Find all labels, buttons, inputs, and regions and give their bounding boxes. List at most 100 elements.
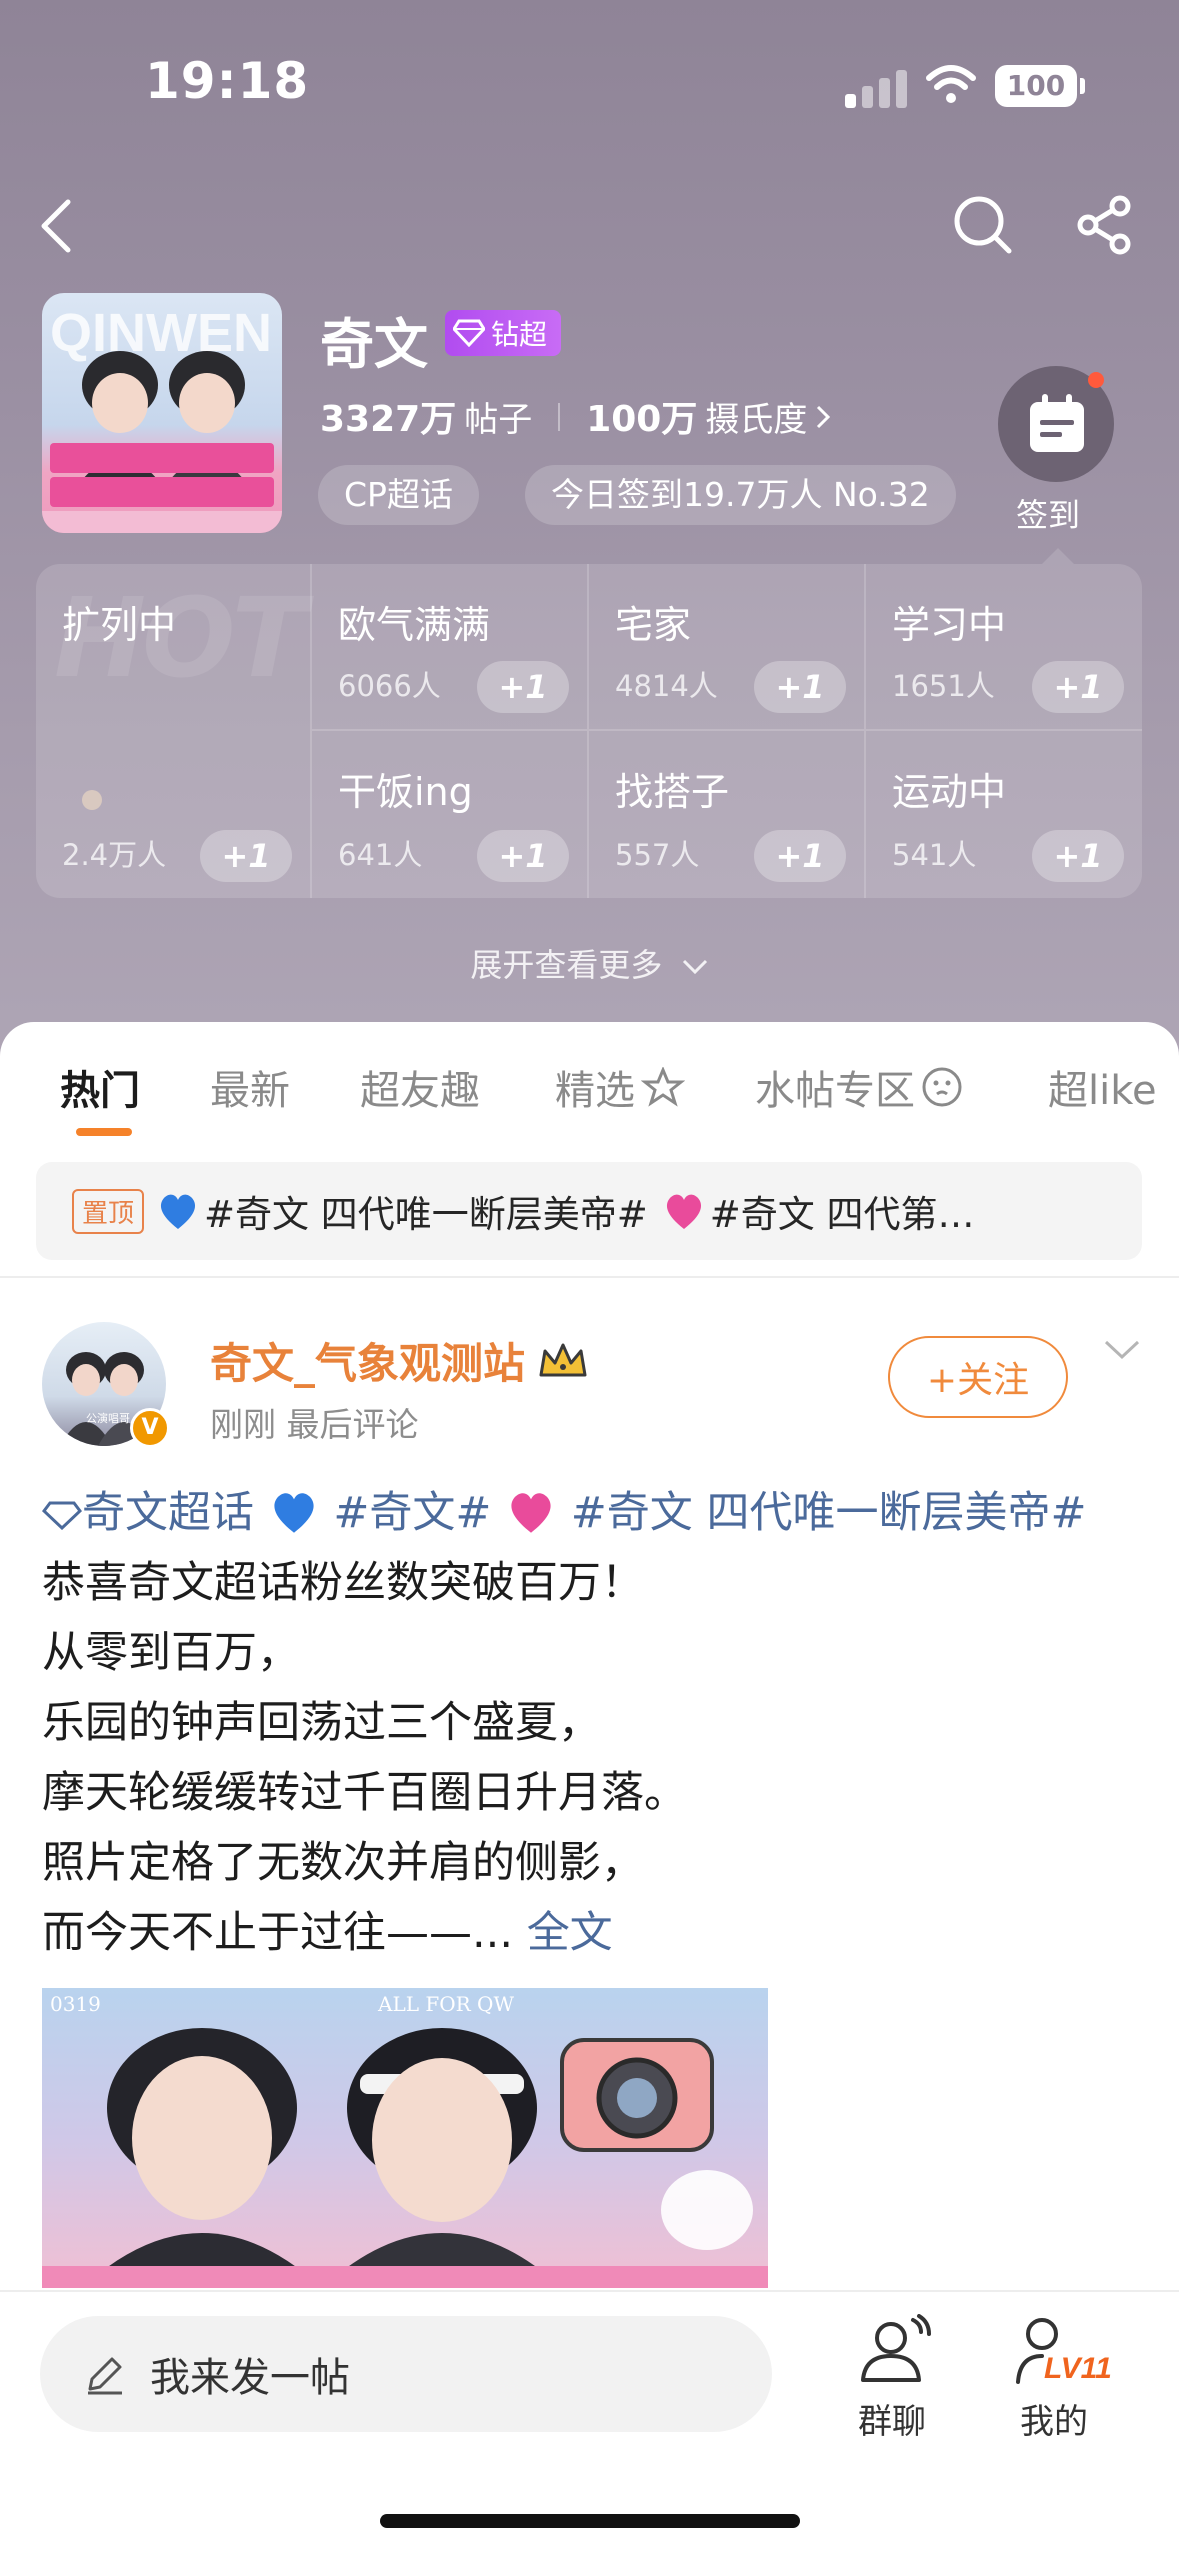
compose-placeholder: 我来发一帖 <box>150 2355 350 2401</box>
tab-label: 超like <box>1048 1068 1157 1114</box>
mine-label[interactable]: 我的 <box>1020 2394 1088 2443</box>
back-icon[interactable] <box>30 196 80 256</box>
avatar-caption: 公演唱哥 <box>86 1411 130 1425</box>
plus-one-button[interactable]: +1 <box>1032 661 1124 713</box>
cp-topic-tag[interactable]: CP超话 <box>318 465 479 525</box>
grid-cell-name: 欧气满满 <box>338 603 491 647</box>
level-badge: LV11 <box>1044 2352 1112 2385</box>
share-icon[interactable] <box>1072 192 1138 258</box>
battery-indicator: 100 <box>995 65 1085 107</box>
status-time: 19:18 <box>145 52 310 110</box>
hashtag-link[interactable]: #奇文# <box>333 1488 491 1538</box>
topic-stats: 3327万 帖子 100万 摄氏度 <box>320 390 831 442</box>
blue-heart-icon <box>274 1493 314 1533</box>
tab-label: 超友趣 <box>360 1068 480 1114</box>
member-avatar <box>82 790 102 810</box>
home-indicator <box>380 2514 800 2528</box>
grid-cell-featured[interactable]: HOT 扩列中 2.4万人 +1 <box>36 564 312 898</box>
full-text-link[interactable]: 全文 <box>527 1908 613 1958</box>
pinned-tag: 置顶 <box>72 1188 145 1234</box>
tab-label: 最新 <box>210 1068 290 1114</box>
grid-cell-count: 2.4万人 <box>62 838 167 872</box>
grid-cell-count: 541人 <box>892 838 977 872</box>
plus-one-button[interactable]: +1 <box>477 830 569 882</box>
pencil-icon <box>88 2357 122 2395</box>
tab-featured[interactable]: 精选 <box>555 1058 685 1116</box>
plus-one-button[interactable]: +1 <box>754 661 846 713</box>
stats-divider <box>558 403 561 431</box>
active-tab-indicator <box>76 1128 132 1136</box>
pink-heart-icon <box>666 1194 701 1229</box>
tab-water-posts[interactable]: 水帖专区 <box>755 1058 963 1116</box>
plus-one-button[interactable]: +1 <box>1032 830 1124 882</box>
diamond-icon <box>453 319 485 347</box>
checkin-stats-tag[interactable]: 今日签到19.7万人 No.32 <box>525 465 956 525</box>
topic-cover-image[interactable]: QINWEN <box>42 293 282 533</box>
group-chat-icon[interactable] <box>855 2310 935 2390</box>
grid-cell-name: 找搭子 <box>615 770 730 814</box>
post-line: 照片定格了无数次并肩的侧影， <box>42 1838 644 1888</box>
tab-latest[interactable]: 最新 <box>210 1058 290 1116</box>
plus-one-button[interactable]: +1 <box>200 830 292 882</box>
notification-dot <box>1088 372 1104 388</box>
tab-label: 水帖专区 <box>755 1068 915 1114</box>
pinned-post[interactable]: 置顶 #奇文 四代唯一断层美帝# #奇文 四代第… <box>36 1162 1142 1260</box>
post-last-line: 而今天不止于过往——... 全文 <box>42 1898 1152 1968</box>
grid-cell-count: 1651人 <box>892 669 995 703</box>
topic-title: 奇文 <box>320 313 428 376</box>
section-divider <box>0 1276 1179 1278</box>
grid-cell[interactable]: 运动中 541人 +1 <box>866 731 1142 898</box>
group-chat-label[interactable]: 群聊 <box>858 2394 926 2443</box>
post-line: 乐园的钟声回荡过三个盛夏， <box>42 1698 601 1748</box>
search-icon[interactable] <box>950 192 1016 258</box>
grid-cell[interactable]: 找搭子 557人 +1 <box>589 731 866 898</box>
expand-label: 展开查看更多 <box>470 946 663 984</box>
diamond-icon <box>41 1501 83 1531</box>
grid-cell[interactable]: 欧气满满 6066人 +1 <box>312 564 589 731</box>
pinned-text-2: #奇文 四代第… <box>709 1193 975 1236</box>
hashtag-link[interactable]: #奇文 四代唯一断层美帝# <box>571 1488 1087 1538</box>
author-name[interactable]: 奇文_气象观测站 <box>210 1330 589 1391</box>
chevron-down-icon <box>682 959 707 975</box>
grid-cell[interactable]: 宅家 4814人 +1 <box>589 564 866 731</box>
grid-cell-count: 641人 <box>338 838 423 872</box>
follow-button[interactable]: +关注 <box>888 1336 1068 1418</box>
grid-cell-count: 557人 <box>615 838 700 872</box>
posts-count: 3327万 <box>320 399 457 440</box>
post-image[interactable]: 0319 ALL FOR QW <box>42 1988 768 2288</box>
post-hashtag-line: 奇文超话 #奇文# #奇文 四代唯一断层美帝# <box>41 1478 1152 1548</box>
post-line: 恭喜奇文超话粉丝数突破百万！ <box>42 1558 644 1608</box>
profile-icon[interactable]: LV11 <box>1012 2310 1122 2390</box>
signin-label: 签到 <box>1016 496 1081 534</box>
post-line: 而今天不止于过往——... <box>42 1908 514 1958</box>
blue-heart-icon <box>160 1194 196 1229</box>
expand-more-button[interactable]: 展开查看更多 <box>0 940 1179 986</box>
post-body: 奇文超话 #奇文# #奇文 四代唯一断层美帝# 恭喜奇文超话粉丝数突破百万！ 从… <box>41 1478 1152 1968</box>
topic-link-label: 奇文超话 <box>82 1488 254 1538</box>
post-meta: 刚刚 最后评论 <box>210 1405 419 1444</box>
chevron-down-icon[interactable] <box>1103 1338 1141 1366</box>
status-grid: HOT 扩列中 2.4万人 +1 欧气满满 6066人 +1 宅家 4814人 … <box>36 564 1142 898</box>
compose-post-input[interactable]: 我来发一帖 <box>40 2316 772 2432</box>
plus-one-button[interactable]: +1 <box>477 661 569 713</box>
grid-cell-name: 学习中 <box>892 603 1007 647</box>
tab-hot[interactable]: 热门 <box>60 1058 140 1116</box>
signin-button[interactable] <box>998 366 1114 482</box>
grid-cell-count: 4814人 <box>615 669 718 703</box>
post-line: 摩天轮缓缓转过千百圈日升月落。 <box>42 1768 687 1818</box>
grid-cell[interactable]: 干饭ing 641人 +1 <box>312 731 589 898</box>
grid-pointer <box>1042 548 1074 564</box>
topic-link[interactable]: 奇文超话 <box>41 1488 268 1538</box>
grid-cell-name: 宅家 <box>615 603 692 647</box>
verified-icon: V <box>130 1408 170 1448</box>
fans-label[interactable]: 摄氏度 <box>705 392 807 441</box>
crown-icon <box>539 1343 587 1376</box>
tab-super-like[interactable]: 超like <box>1048 1058 1157 1116</box>
tab-label: 热门 <box>60 1068 140 1114</box>
grid-cell[interactable]: 学习中 1651人 +1 <box>866 564 1142 731</box>
tab-super-fun[interactable]: 超友趣 <box>360 1058 480 1116</box>
diamond-badge[interactable]: 钻超 <box>445 310 562 356</box>
chevron-right-icon[interactable] <box>815 400 831 440</box>
plus-one-button[interactable]: +1 <box>754 830 846 882</box>
pink-heart-icon <box>511 1493 551 1533</box>
